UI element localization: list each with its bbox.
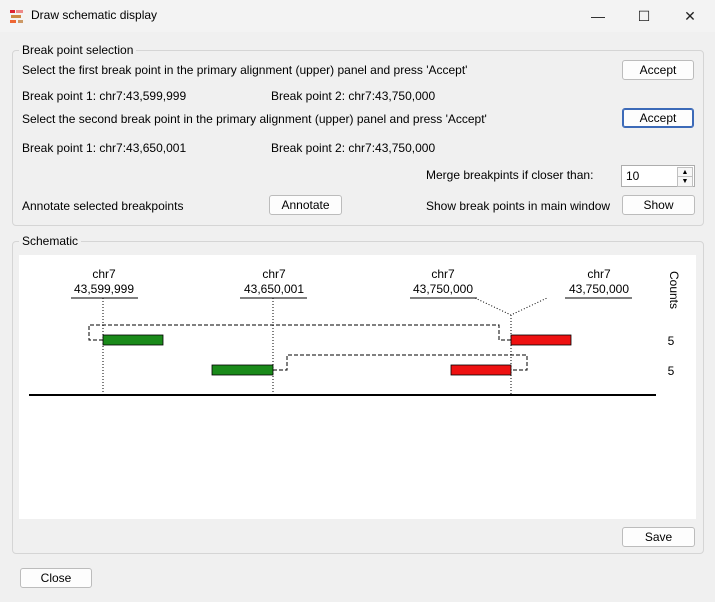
row2-breakpoint-1: Break point 1: chr7:43,650,001 xyxy=(22,141,187,155)
merge-label: Merge breakpints if closer than: xyxy=(426,168,594,182)
close-icon: ✕ xyxy=(684,7,696,24)
counts-axis-label: Counts xyxy=(667,271,681,309)
close-window-button[interactable]: ✕ xyxy=(667,0,713,32)
accept-second-button[interactable]: Accept xyxy=(622,108,694,128)
merge-distance-spinner[interactable]: 10 ▲ ▼ xyxy=(621,165,695,187)
schematic-drawing: chr7 43,599,999 chr7 43,650,001 chr7 43,… xyxy=(29,267,681,396)
bp4-chrom: chr7 xyxy=(587,267,611,281)
bp4-pos: 43,750,000 xyxy=(569,282,629,296)
maximize-icon: ☐ xyxy=(637,7,651,24)
show-button[interactable]: Show xyxy=(622,195,695,215)
minimize-icon: — xyxy=(591,8,605,24)
app-icon xyxy=(10,10,23,23)
row2-breakpoint-2: Break point 2: chr7:43,750,000 xyxy=(271,141,436,155)
minimize-button[interactable]: — xyxy=(575,0,621,32)
annotate-label: Annotate selected breakpoints xyxy=(22,199,184,213)
segment-2-right xyxy=(450,364,512,376)
schematic-canvas: chr7 43,599,999 chr7 43,650,001 chr7 43,… xyxy=(19,255,696,519)
bp3-chrom: chr7 xyxy=(431,267,455,281)
window-title: Draw schematic display xyxy=(31,8,158,22)
bp3-pos: 43,750,000 xyxy=(413,282,473,296)
segment-2-left xyxy=(211,364,274,376)
show-label: Show break points in main window xyxy=(426,199,611,213)
maximize-button[interactable]: ☐ xyxy=(621,0,667,32)
row1-breakpoint-2: Break point 2: chr7:43,750,000 xyxy=(271,89,436,103)
annotate-button[interactable]: Annotate xyxy=(269,195,342,215)
count-value-1: 5 xyxy=(668,334,675,348)
close-button[interactable]: Close xyxy=(20,568,92,588)
bp1-chrom: chr7 xyxy=(92,267,116,281)
second-breakpoint-instruction: Select the second break point in the pri… xyxy=(22,112,487,126)
spinner-down-icon[interactable]: ▼ xyxy=(677,176,693,187)
accept-first-button[interactable]: Accept xyxy=(622,60,694,80)
count-value-2: 5 xyxy=(668,364,675,378)
save-button[interactable]: Save xyxy=(622,527,695,547)
first-breakpoint-instruction: Select the first break point in the prim… xyxy=(22,63,468,77)
segment-1-left xyxy=(102,334,164,346)
row1-breakpoint-1: Break point 1: chr7:43,599,999 xyxy=(22,89,187,103)
segment-1-right xyxy=(510,334,572,346)
merge-distance-value: 10 xyxy=(626,169,640,183)
bp2-chrom: chr7 xyxy=(262,267,286,281)
bp1-pos: 43,599,999 xyxy=(74,282,134,296)
schematic-label: Schematic xyxy=(19,234,82,248)
title-bar: Draw schematic display — ☐ ✕ xyxy=(0,0,715,32)
breakpoint-selection-label: Break point selection xyxy=(19,43,137,57)
bp2-pos: 43,650,001 xyxy=(244,282,304,296)
